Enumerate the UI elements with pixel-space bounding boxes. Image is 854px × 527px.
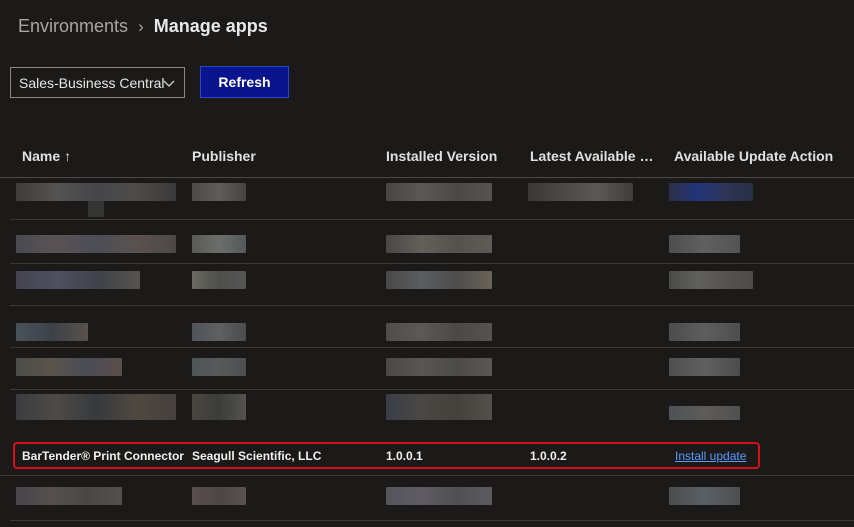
table-row[interactable] [10, 477, 854, 521]
obscured-cell [192, 323, 246, 341]
environment-select-value: Sales-Business Central [19, 74, 165, 91]
obscured-cell [192, 394, 246, 420]
column-header-name[interactable]: Name ↑ [22, 148, 71, 164]
obscured-cell [88, 201, 104, 217]
obscured-cell [669, 183, 753, 201]
obscured-cell [386, 271, 492, 289]
obscured-cell [192, 183, 246, 201]
obscured-cell [528, 183, 633, 201]
obscured-cell [669, 235, 740, 253]
table-row[interactable] [10, 390, 854, 436]
obscured-cell [386, 394, 492, 420]
obscured-cell [669, 358, 740, 376]
obscured-cell [386, 323, 492, 341]
refresh-button[interactable]: Refresh [200, 66, 289, 98]
obscured-cell [16, 358, 122, 376]
obscured-cell [16, 183, 176, 201]
obscured-cell [386, 235, 492, 253]
obscured-cell [669, 323, 740, 341]
obscured-cell [192, 271, 246, 289]
obscured-cell [16, 487, 122, 505]
obscured-cell [192, 487, 246, 505]
sort-ascending-icon: ↑ [64, 148, 72, 164]
apps-table: Name ↑ Publisher Installed Version Latest… [0, 136, 854, 178]
column-header-latest-version[interactable]: Latest Available V... [530, 148, 655, 164]
column-header-installed-version[interactable]: Installed Version [386, 148, 497, 164]
obscured-cell [669, 271, 753, 289]
obscured-cell [669, 487, 740, 505]
table-row[interactable] [10, 178, 854, 220]
obscured-cell [192, 358, 246, 376]
breadcrumb-separator-icon: › [138, 16, 144, 36]
app-name: BarTender® Print Connector [22, 449, 184, 463]
environment-select[interactable]: Sales-Business Central [10, 67, 185, 98]
column-header-update-action[interactable]: Available Update Action [674, 148, 833, 164]
table-row[interactable] [10, 306, 854, 348]
table-row[interactable] [10, 264, 854, 306]
obscured-cell [16, 235, 176, 253]
manage-apps-page: Environments › Manage apps Sales-Busines… [0, 0, 854, 527]
install-update-link[interactable]: Install update [675, 449, 746, 463]
obscured-cell [16, 271, 140, 289]
breadcrumb-environments[interactable]: Environments [18, 16, 128, 37]
column-header-publisher[interactable]: Publisher [192, 148, 256, 164]
obscured-cell [669, 406, 740, 420]
obscured-cell [16, 323, 88, 341]
obscured-cell [386, 183, 492, 201]
obscured-cell [386, 487, 492, 505]
breadcrumb: Environments › Manage apps [18, 16, 268, 37]
chevron-down-icon [163, 80, 175, 87]
column-header-name-label: Name [22, 148, 61, 164]
obscured-cell [386, 358, 492, 376]
obscured-cell [16, 394, 176, 420]
app-publisher: Seagull Scientific, LLC [192, 449, 322, 463]
table-header: Name ↑ Publisher Installed Version Latest… [0, 136, 854, 178]
latest-version: 1.0.0.2 [530, 449, 567, 463]
table-row[interactable] [10, 348, 854, 390]
obscured-cell [192, 235, 246, 253]
table-row[interactable] [10, 222, 854, 264]
page-title: Manage apps [153, 16, 268, 36]
installed-version: 1.0.0.1 [386, 449, 423, 463]
